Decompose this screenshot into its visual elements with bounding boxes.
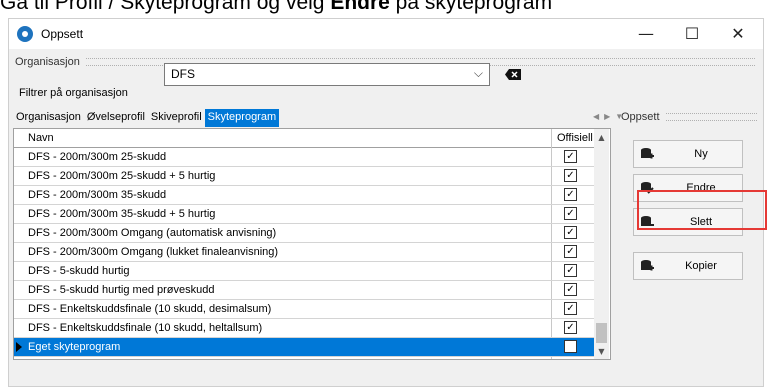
- official-checkbox[interactable]: ✓: [564, 245, 577, 258]
- instruction-text: Gå til Profil / Skyteprogram og velg End…: [0, 0, 553, 14]
- close-button[interactable]: ✕: [715, 19, 761, 49]
- backspace-icon: [505, 68, 521, 80]
- title-bar: Oppsett — ☐ ✕: [9, 19, 763, 49]
- scroll-thumb[interactable]: [596, 323, 607, 343]
- tab-skyteprogram[interactable]: Skyteprogram: [204, 109, 280, 127]
- row-name: DFS - 200m/300m 35-skudd + 5 hurtig: [28, 208, 216, 220]
- row-name: DFS - Enkeltskuddsfinale (10 skudd, desi…: [28, 303, 272, 315]
- table-row[interactable]: DFS - 200m/300m 35-skudd + 5 hurtig ✓: [14, 205, 594, 224]
- table-row[interactable]: DFS - 200m/300m 25-skudd + 5 hurtig ✓: [14, 167, 594, 186]
- tab-strip: Organisasjon Øvelseprofil Skiveprofil Sk…: [13, 109, 280, 127]
- ny-button[interactable]: Ny: [633, 140, 743, 168]
- row-name: DFS - 200m/300m 25-skudd + 5 hurtig: [28, 170, 216, 182]
- table-row[interactable]: Eget skyteprogram: [14, 338, 594, 357]
- row-name: DFS - 200m/300m 25-skudd: [28, 151, 167, 163]
- app-icon: [17, 26, 33, 42]
- group-title: Organisasjon: [15, 56, 80, 68]
- oppsett-group-header: Oppsett: [621, 111, 757, 123]
- grid-header: Navn Offisiell: [14, 129, 594, 148]
- column-offisiell[interactable]: Offisiell: [557, 132, 593, 144]
- scroll-up-icon[interactable]: ▲: [594, 130, 609, 145]
- tab-skiveprofil[interactable]: Skiveprofil: [148, 109, 205, 127]
- database-copy-icon: [641, 260, 654, 271]
- column-navn[interactable]: Navn: [28, 132, 54, 144]
- clear-filter-button[interactable]: [502, 65, 524, 83]
- side-panel-title: Oppsett: [621, 111, 660, 123]
- official-checkbox[interactable]: ✓: [564, 169, 577, 182]
- table-row[interactable]: DFS - Enkeltskuddsfinale (10 skudd, desi…: [14, 300, 594, 319]
- table-row[interactable]: DFS - 200m/300m 25-skudd ✓: [14, 148, 594, 167]
- scroll-down-icon[interactable]: ▼: [594, 344, 609, 359]
- official-checkbox[interactable]: ✓: [564, 264, 577, 277]
- official-checkbox[interactable]: ✓: [564, 188, 577, 201]
- official-checkbox[interactable]: ✓: [564, 321, 577, 334]
- table-row[interactable]: DFS - 5-skudd hurtig ✓: [14, 262, 594, 281]
- minimize-button[interactable]: —: [623, 19, 669, 49]
- window-title: Oppsett: [41, 27, 84, 41]
- ny-button-label: Ny: [694, 148, 708, 160]
- tab-ovelseprofil[interactable]: Øvelseprofil: [84, 109, 148, 127]
- table-row[interactable]: DFS - 5-skudd hurtig med prøveskudd ✓: [14, 281, 594, 300]
- official-checkbox[interactable]: [564, 340, 577, 353]
- table-row[interactable]: DFS - 200m/300m 35-skudd ✓: [14, 186, 594, 205]
- row-name: DFS - 5-skudd hurtig med prøveskudd: [28, 284, 215, 296]
- official-checkbox[interactable]: ✓: [564, 226, 577, 239]
- row-name: DFS - Enkeltskuddsfinale (10 skudd, helt…: [28, 322, 263, 334]
- tab-organisasjon[interactable]: Organisasjon: [13, 109, 84, 127]
- vertical-scrollbar[interactable]: ▲ ▼: [594, 129, 609, 359]
- filter-label: Filtrer på organisasjon: [19, 87, 128, 99]
- endre-highlight-box: [637, 190, 767, 230]
- kopier-button[interactable]: Kopier: [633, 252, 743, 280]
- chevron-down-icon[interactable]: ⌵: [474, 66, 483, 81]
- row-name: Eget skyteprogram: [28, 341, 121, 353]
- kopier-button-label: Kopier: [685, 260, 717, 272]
- official-checkbox[interactable]: ✓: [564, 283, 577, 296]
- maximize-button[interactable]: ☐: [669, 19, 715, 49]
- official-checkbox[interactable]: ✓: [564, 302, 577, 315]
- skyteprogram-grid: Navn Offisiell DFS - 200m/300m 25-skudd ✓…: [13, 128, 611, 360]
- database-add-icon: [641, 148, 654, 159]
- official-checkbox[interactable]: ✓: [564, 207, 577, 220]
- row-name: DFS - 200m/300m 35-skudd: [28, 189, 167, 201]
- organisation-filter-dropdown[interactable]: DFS ⌵: [164, 63, 490, 86]
- row-name: DFS - 200m/300m Omgang (lukket finaleanv…: [28, 246, 279, 258]
- row-indicator-icon: [16, 342, 22, 352]
- official-checkbox[interactable]: ✓: [564, 150, 577, 163]
- side-panel: Ny Endre Slett Kopier: [615, 128, 757, 362]
- row-name: DFS - 200m/300m Omgang (automatisk anvis…: [28, 227, 277, 239]
- table-row[interactable]: DFS - 200m/300m Omgang (automatisk anvis…: [14, 224, 594, 243]
- table-row[interactable]: DFS - 200m/300m Omgang (lukket finaleanv…: [14, 243, 594, 262]
- filter-value: DFS: [171, 67, 195, 81]
- row-name: DFS - 5-skudd hurtig: [28, 265, 130, 277]
- table-row[interactable]: DFS - Enkeltskuddsfinale (10 skudd, helt…: [14, 319, 594, 338]
